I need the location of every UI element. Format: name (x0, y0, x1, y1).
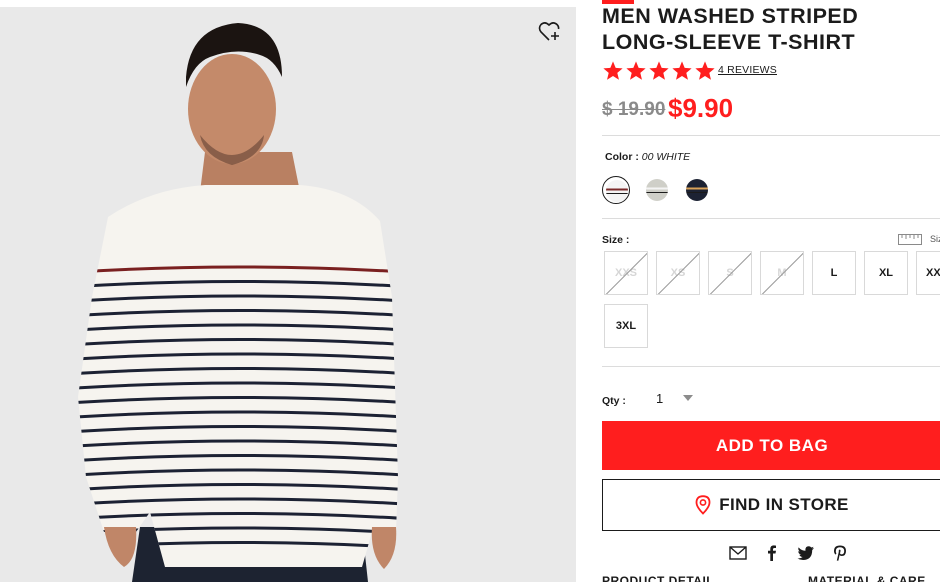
star-icon (695, 61, 715, 80)
size-option-label: S (726, 267, 734, 279)
swatch-navy-fill (686, 179, 708, 201)
swatch-white-fill (606, 180, 628, 202)
material-care-heading[interactable]: MATERIAL & CARE (808, 574, 926, 582)
product-detail-heading[interactable]: PRODUCT DETAIL (602, 574, 714, 582)
size-option-label: XS (670, 267, 686, 279)
ruler-icon[interactable] (898, 234, 922, 245)
size-option-label: XXS (614, 267, 637, 279)
find-in-store-label: FIND IN STORE (719, 495, 849, 514)
divider (602, 218, 940, 219)
size-option-3xl[interactable]: 3XL (604, 304, 648, 348)
twitter-icon[interactable] (797, 545, 815, 561)
size-option-label: 3XL (615, 320, 637, 332)
size-option-xxs[interactable]: XXS (604, 251, 648, 295)
size-option-label: XL (878, 267, 894, 279)
add-to-bag-button[interactable]: ADD TO BAG (602, 421, 940, 470)
add-to-wishlist-icon[interactable] (538, 20, 564, 44)
product-image (0, 7, 576, 582)
color-swatch-white[interactable] (602, 176, 630, 204)
color-label-text: Color : (605, 151, 639, 163)
color-swatch-navy[interactable] (683, 176, 711, 204)
star-icon (626, 61, 646, 80)
size-label: Size : (602, 234, 630, 246)
size-option-s[interactable]: S (708, 251, 752, 295)
product-details: MEN WASHED STRIPED LONG-SLEEVE T-SHIRT 4… (602, 0, 940, 582)
selected-color: 00 WHITE (641, 151, 691, 163)
size-option-xl[interactable]: XL (864, 251, 908, 295)
sale-price: $9.90 (668, 93, 734, 123)
quantity-select[interactable]: 1 (656, 391, 663, 406)
product-title: MEN WASHED STRIPED LONG-SLEEVE T-SHIRT (602, 4, 859, 54)
size-option-label: L (830, 267, 838, 279)
size-option-label: XXL (926, 267, 940, 279)
original-price: $ 19.90 (602, 99, 666, 120)
quantity-label: Qty : (602, 395, 626, 407)
mail-icon[interactable] (729, 545, 747, 561)
divider (602, 366, 940, 367)
model-photo (78, 23, 398, 582)
star-icon (672, 61, 692, 80)
star-icon (649, 61, 669, 80)
size-option-label: M (777, 267, 787, 279)
swatch-gray-fill (646, 179, 668, 201)
color-label: Color : 00 WHITE (605, 151, 690, 163)
size-option-m[interactable]: M (760, 251, 804, 295)
reviews-link[interactable]: 4 REVIEWS (718, 64, 777, 76)
location-pin-icon (695, 495, 711, 515)
size-option-xxl[interactable]: XXL (916, 251, 940, 295)
find-in-store-button[interactable]: FIND IN STORE (602, 479, 940, 531)
facebook-icon[interactable] (763, 545, 781, 561)
chevron-down-icon[interactable] (683, 395, 693, 401)
size-guide-link[interactable]: Size Guide (930, 234, 940, 244)
star-icon (603, 61, 623, 80)
pinterest-icon[interactable] (831, 545, 849, 561)
size-option-l[interactable]: L (812, 251, 856, 295)
rating-stars (602, 60, 716, 82)
divider (602, 135, 940, 136)
color-swatch-gray[interactable] (643, 176, 671, 204)
size-option-xs[interactable]: XS (656, 251, 700, 295)
